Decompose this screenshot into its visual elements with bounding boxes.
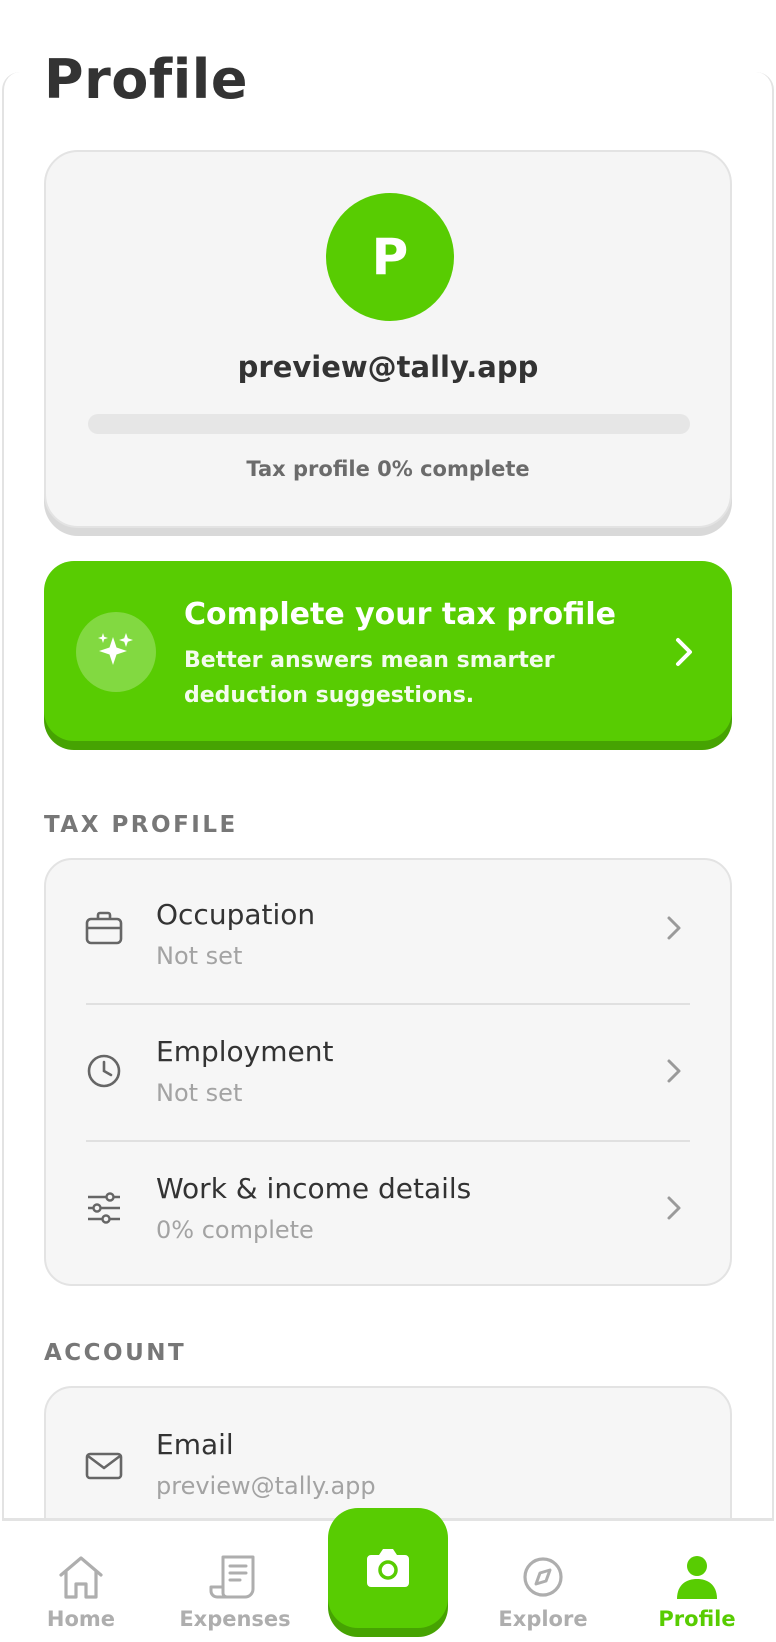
row-work-income-details[interactable]: Work & income details 0% complete	[46, 1140, 730, 1276]
nav-label: Explore	[498, 1607, 588, 1631]
nav-label: Expenses	[179, 1607, 291, 1631]
section-label-tax-profile: TAX PROFILE	[44, 812, 238, 838]
tax-profile-progress-bar	[88, 414, 690, 434]
progress-text: Tax profile 0% complete	[246, 457, 530, 481]
nav-label: Profile	[658, 1607, 736, 1631]
chevron-right-icon	[667, 916, 681, 940]
camera-icon	[367, 1549, 409, 1587]
row-title: Work & income details	[156, 1172, 472, 1205]
chevron-right-icon	[667, 1059, 681, 1083]
row-subtitle: Not set	[156, 942, 243, 970]
receipt-icon	[209, 1555, 255, 1599]
chevron-right-icon	[667, 1196, 681, 1220]
nav-item-profile[interactable]: Profile	[622, 1521, 772, 1642]
tax-profile-list: Occupation Not set Employment Not set Wo…	[44, 858, 732, 1286]
avatar[interactable]: P	[326, 193, 454, 321]
row-title: Employment	[156, 1035, 334, 1068]
sliders-icon	[88, 1192, 120, 1224]
compass-icon	[523, 1557, 563, 1597]
row-title: Occupation	[156, 898, 316, 931]
clock-icon	[87, 1054, 121, 1088]
row-email[interactable]: Email preview@tally.app	[46, 1388, 730, 1524]
banner-subtitle: Better answers mean smarter deduction su…	[184, 648, 555, 708]
row-subtitle: preview@tally.app	[156, 1472, 376, 1500]
chevron-right-icon	[676, 638, 692, 666]
mail-icon	[85, 1452, 123, 1480]
row-subtitle: Not set	[156, 1079, 243, 1107]
banner-icon-circle	[76, 612, 156, 692]
page-title: Profile	[44, 48, 248, 100]
row-subtitle: 0% complete	[156, 1216, 314, 1244]
row-title: Email	[156, 1428, 234, 1461]
profile-card: P preview@tally.app Tax profile 0% compl…	[44, 150, 732, 528]
camera-button[interactable]	[328, 1508, 448, 1628]
complete-tax-profile-banner[interactable]: Complete your tax profile Better answers…	[44, 561, 732, 741]
title-clip: Profile	[0, 0, 776, 100]
person-icon	[677, 1556, 717, 1599]
nav-item-explore[interactable]: Explore	[468, 1521, 618, 1642]
home-icon	[59, 1556, 103, 1599]
nav-item-expenses[interactable]: Expenses	[160, 1521, 310, 1642]
row-employment[interactable]: Employment Not set	[46, 1003, 730, 1139]
row-occupation[interactable]: Occupation Not set	[46, 860, 730, 996]
section-label-account: ACCOUNT	[44, 1340, 187, 1366]
nav-label: Home	[46, 1607, 116, 1631]
profile-email: preview@tally.app	[237, 350, 539, 384]
briefcase-icon	[85, 911, 123, 945]
nav-item-home[interactable]: Home	[6, 1521, 156, 1642]
banner-title: Complete your tax profile	[184, 597, 617, 632]
sparkles-icon	[98, 633, 133, 665]
